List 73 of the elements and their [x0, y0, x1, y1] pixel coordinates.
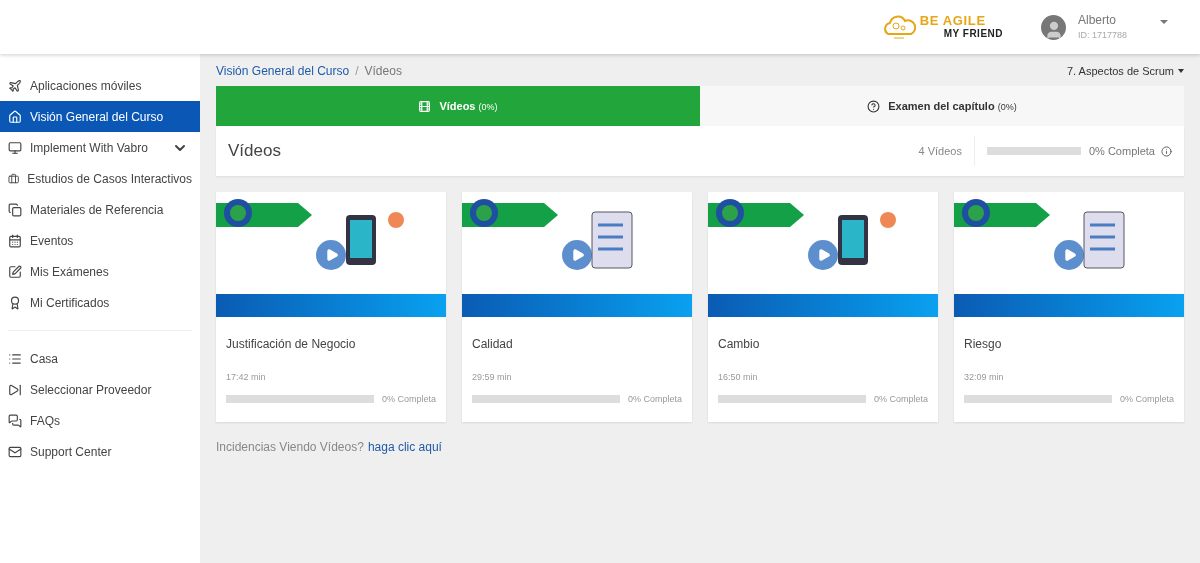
video-title: Cambio: [718, 336, 761, 353]
plane-icon: [8, 78, 22, 93]
sidebar-item[interactable]: Estudios de Casos Interactivos: [0, 163, 200, 194]
logo[interactable]: BE AGILE MY FRIEND: [881, 12, 1003, 42]
play-button[interactable]: [316, 240, 346, 270]
logo-subtitle: MY FRIEND: [943, 27, 1003, 40]
sidebar-item[interactable]: Support Center: [0, 436, 200, 467]
video-card[interactable]: Cambio 16:50 min 0% Completa: [708, 192, 938, 422]
skip-icon: [8, 382, 22, 397]
play-button[interactable]: [1054, 240, 1084, 270]
breadcrumb-current: Vídeos: [364, 63, 402, 80]
breadcrumb-link[interactable]: Visión General del Curso: [216, 62, 350, 80]
video-thumbnail[interactable]: [462, 192, 692, 317]
help-link[interactable]: haga clic aquí: [367, 438, 442, 456]
sidebar-item[interactable]: Visión General del Curso: [0, 101, 200, 132]
progress-label: 0% Completa: [381, 392, 436, 406]
sidebar-item[interactable]: Eventos: [0, 225, 200, 256]
progress-label: 0% Completa: [1088, 143, 1155, 159]
sidebar-item[interactable]: Aplicaciones móviles: [0, 70, 200, 101]
video-card[interactable]: Riesgo 32:09 min 0% Completa: [954, 192, 1184, 422]
video-title: Calidad: [472, 336, 514, 353]
sidebar-item[interactable]: Mi Certificados: [0, 287, 200, 318]
video-card[interactable]: Calidad 29:59 min 0% Completa: [462, 192, 692, 422]
user-id: ID: 1717788: [1078, 29, 1129, 43]
video-thumbnail[interactable]: [954, 192, 1184, 317]
play-icon: [1063, 248, 1077, 262]
caret-icon: [1178, 69, 1184, 73]
sidebar-item[interactable]: Mis Exámenes: [0, 256, 200, 287]
chat-icon: [8, 413, 22, 428]
section-title: Vídeos: [228, 140, 282, 163]
video-thumbnail[interactable]: [708, 192, 938, 317]
sidebar-item[interactable]: Seleccionar Proveedor: [0, 374, 200, 405]
edit-icon: [8, 264, 22, 279]
logo-title: BE AGILE: [919, 14, 987, 27]
sidebar-item[interactable]: FAQs: [0, 405, 200, 436]
envelope-icon: [8, 444, 22, 459]
video-thumbnail[interactable]: [216, 192, 446, 317]
avatar[interactable]: [1041, 14, 1066, 40]
info-icon[interactable]: [1161, 145, 1172, 157]
play-icon: [817, 248, 831, 262]
play-button[interactable]: [562, 240, 592, 270]
video-card[interactable]: Justificación de Negocio 17:42 min 0% Completa: [216, 192, 446, 422]
question-icon: [867, 99, 881, 113]
copy-icon: [8, 202, 22, 217]
briefcase-icon: [8, 171, 20, 186]
caret-icon[interactable]: [1160, 20, 1168, 24]
breadcrumb-separator: /: [355, 63, 359, 80]
progress-label: 0% Completa: [627, 392, 682, 406]
video-duration: 17:42 min: [226, 371, 267, 384]
video-count: 4 Vídeos: [918, 136, 975, 166]
sidebar-item[interactable]: Casa: [0, 343, 200, 374]
progress-label: 0% Completa: [1119, 392, 1174, 406]
help-text: Incidencias Viendo Vídeos?: [216, 439, 364, 456]
video-duration: 32:09 min: [964, 371, 1005, 384]
play-icon: [571, 248, 585, 262]
video-duration: 29:59 min: [472, 371, 513, 384]
play-button[interactable]: [808, 240, 838, 270]
calendar-icon: [8, 233, 22, 248]
sidebar-item[interactable]: Implement With Vabro: [0, 132, 200, 163]
video-title: Riesgo: [964, 336, 1003, 353]
tab[interactable]: Examen del capítulo (0%): [700, 86, 1184, 126]
video-duration: 16:50 min: [718, 371, 759, 384]
sidebar-item[interactable]: Materiales de Referencia: [0, 194, 200, 225]
user-name: Alberto: [1078, 12, 1118, 30]
award-icon: [8, 295, 22, 310]
monitor-icon: [8, 140, 22, 155]
film-icon: [418, 99, 432, 113]
play-icon: [325, 248, 339, 262]
home-icon: [8, 109, 22, 124]
chapter-dropdown[interactable]: 7. Aspectos de Scrum: [1067, 62, 1184, 80]
video-title: Justificación de Negocio: [226, 336, 357, 353]
progress-label: 0% Completa: [873, 392, 928, 406]
list-icon: [8, 351, 22, 366]
